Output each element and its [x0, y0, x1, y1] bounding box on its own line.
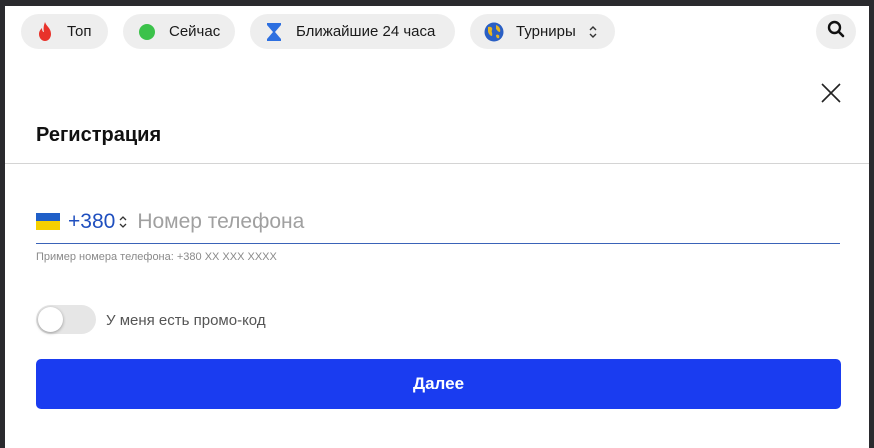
globe-icon [484, 22, 504, 42]
search-button[interactable] [816, 14, 856, 49]
ukraine-flag-icon[interactable] [36, 213, 60, 230]
chevron-up-down-icon [588, 25, 598, 39]
hourglass-icon [264, 22, 284, 42]
window-frame-left [0, 0, 5, 448]
fire-icon [35, 21, 55, 42]
promo-code-label: У меня есть промо-код [106, 312, 266, 329]
country-code[interactable]: +380 [68, 210, 115, 234]
dialog-divider [5, 163, 869, 164]
next-button[interactable]: Далее [36, 359, 841, 409]
filter-pill-tournaments[interactable]: Турниры [470, 14, 615, 49]
filter-pill-label: Сейчас [169, 23, 221, 40]
filter-pill-label: Ближайшие 24 часа [296, 23, 436, 40]
close-button[interactable] [816, 80, 846, 110]
filter-pill-label: Турниры [516, 23, 576, 40]
dialog-title: Регистрация [36, 124, 162, 146]
phone-number-input[interactable] [137, 209, 840, 234]
phone-example-hint: Пример номера телефона: +380 XX XXX XXXX [36, 251, 277, 263]
filter-pill-next-24h[interactable]: Ближайшие 24 часа [250, 14, 455, 49]
filter-pill-top[interactable]: Топ [21, 14, 108, 49]
filter-pill-now[interactable]: Сейчас [123, 14, 235, 49]
toggle-knob [38, 307, 63, 332]
live-dot-icon [137, 22, 157, 42]
top-filter-bar: Топ Сейчас Ближайшие 24 часа Турниры [5, 6, 869, 60]
search-icon [827, 20, 845, 43]
promo-code-toggle[interactable] [36, 305, 96, 334]
close-icon [821, 82, 841, 108]
phone-field: +380 [36, 200, 840, 244]
chevron-up-down-icon[interactable] [119, 215, 127, 229]
window-frame-right [869, 0, 874, 448]
filter-pill-label: Топ [67, 23, 92, 40]
